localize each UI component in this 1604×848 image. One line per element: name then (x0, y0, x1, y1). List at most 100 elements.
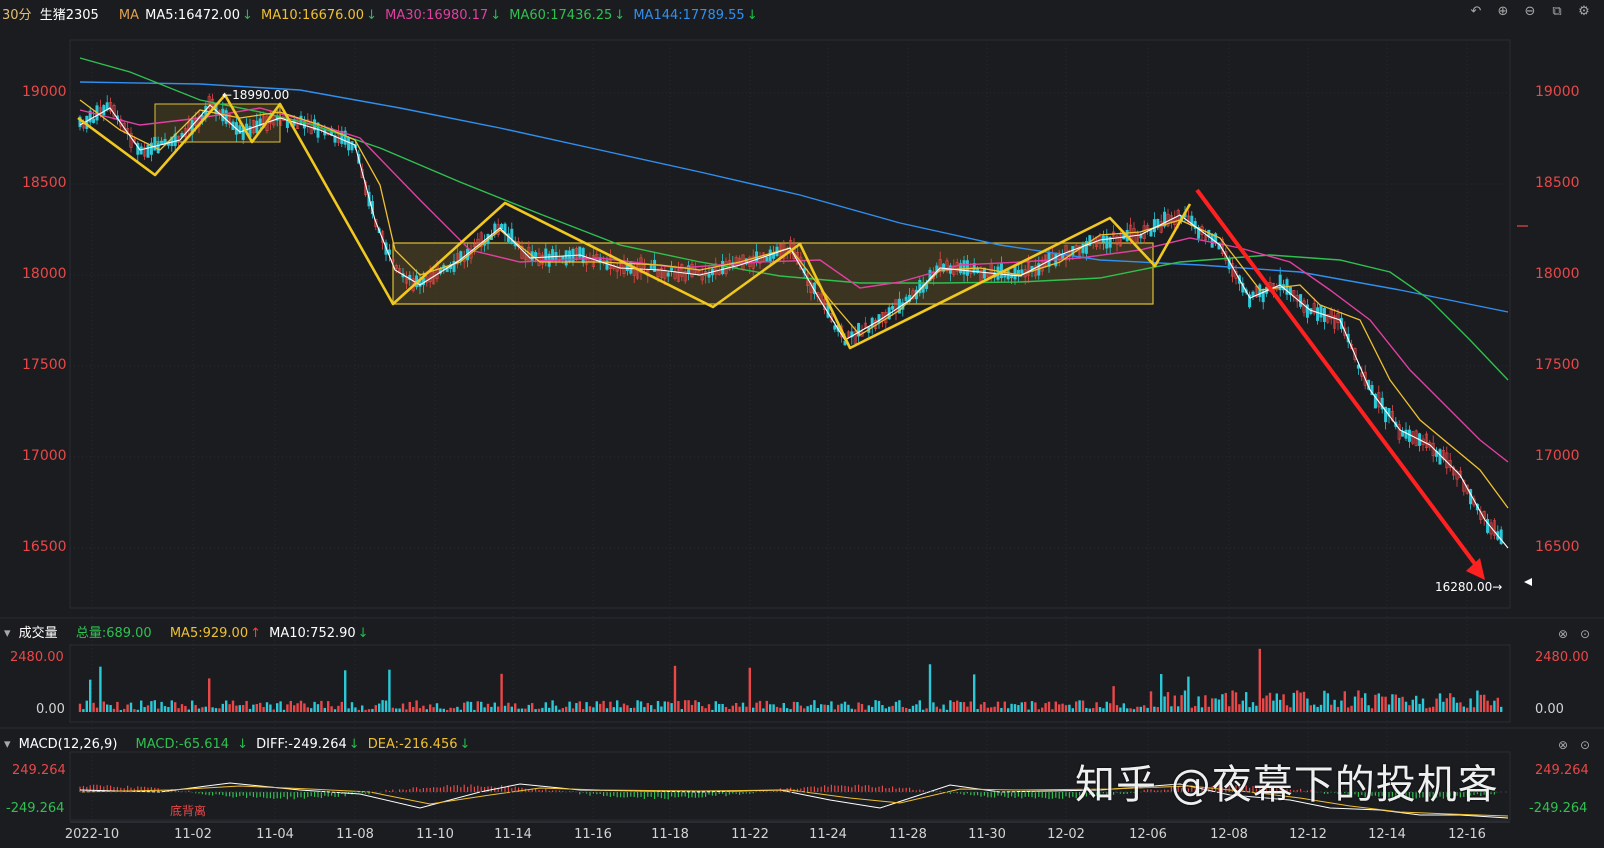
volume-bar (673, 665, 677, 712)
macd-bar (178, 790, 180, 792)
volume-bar (629, 707, 632, 712)
volume-bar (231, 700, 235, 712)
macd-settings-icon[interactable]: ⊙ (1580, 738, 1590, 752)
volume-bar (1272, 700, 1275, 712)
volume-bar (809, 704, 813, 712)
macd-bar (252, 792, 254, 798)
volume-bar (412, 707, 415, 712)
volume-bar (1340, 700, 1343, 712)
volume-bar (847, 704, 850, 712)
macd-bar (864, 785, 866, 792)
macd-bar (752, 792, 754, 794)
macd-bar (1014, 792, 1016, 798)
macd-bar (412, 787, 414, 792)
volume-bar (384, 700, 388, 712)
volume-bar (167, 707, 170, 712)
volume-bar (303, 703, 306, 712)
collapse-macd-icon[interactable]: ▾ (4, 737, 11, 752)
volume-bar (1180, 695, 1183, 712)
macd-bar (558, 790, 560, 792)
volume-close-icon[interactable]: ⊗ (1558, 627, 1568, 641)
volume-bar (803, 708, 806, 712)
volume-bar (248, 708, 252, 712)
macd-bar (293, 792, 295, 800)
volume-bar (626, 705, 629, 712)
volume-bar (1027, 709, 1030, 712)
volume-bar (456, 706, 459, 712)
volume-bar (1034, 702, 1037, 712)
volume-bar (163, 706, 167, 712)
macd-bar (773, 791, 775, 792)
volume-bar (1411, 699, 1414, 712)
volume-bar (354, 707, 357, 712)
volume-bar (214, 708, 218, 712)
volume-bar (1132, 709, 1136, 712)
volume-bar (1306, 698, 1309, 712)
macd-bar (208, 792, 210, 796)
volume-bar (435, 703, 439, 712)
volume-bar (1445, 698, 1448, 712)
volume-bar (1302, 691, 1306, 712)
price-tick-label: 17500 (1535, 357, 1580, 373)
candle-body (1438, 449, 1442, 465)
volume-bar (918, 700, 921, 712)
downtrend-arrow-line (1195, 188, 1480, 570)
volume-bar (136, 709, 139, 712)
volume-bar (969, 701, 972, 712)
macd-bar (881, 785, 883, 792)
collapse-volume-icon[interactable]: ▾ (4, 626, 11, 641)
x-tick-label: 11-28 (889, 827, 927, 842)
volume-bar (684, 700, 687, 712)
volume-bar (371, 708, 374, 712)
volume-bar (201, 707, 204, 712)
volume-bar (837, 704, 840, 712)
volume-bar (1428, 707, 1431, 712)
volume-bar (762, 708, 765, 712)
volume-bar (701, 706, 704, 712)
macd-bar (416, 787, 418, 792)
volume-bar (724, 707, 728, 712)
candle-body (1316, 307, 1320, 321)
volume-bar (1013, 704, 1017, 712)
volume-bar (296, 703, 299, 712)
volume-bar (1350, 705, 1353, 712)
volume-bar (1476, 690, 1479, 712)
volume-bar (1024, 701, 1027, 712)
volume-bar (1061, 703, 1064, 712)
volume-bar (792, 701, 796, 712)
volume-settings-icon[interactable]: ⊙ (1580, 627, 1590, 641)
volume-bar (520, 708, 524, 712)
volume-bar (286, 704, 289, 712)
volume-bar (636, 700, 639, 712)
macd-bar (701, 792, 703, 798)
candlesticks (78, 93, 1503, 545)
volume-bar (945, 709, 949, 712)
macd-bar (307, 792, 309, 798)
volume-bar (78, 703, 82, 712)
macd-bar (861, 786, 863, 792)
volume-tick-high-right: 2480.00 (1535, 650, 1589, 665)
volume-bar (728, 708, 731, 712)
volume-bar (592, 707, 595, 712)
macd-bar (807, 786, 809, 792)
volume-bar (1377, 693, 1380, 712)
volume-bar (616, 700, 619, 712)
volume-bar (888, 706, 891, 712)
price-tick-label: 17500 (22, 357, 67, 373)
macd-bar (286, 792, 288, 800)
volume-bar (255, 704, 258, 712)
volume-bar (119, 709, 122, 712)
macd-bar (82, 785, 84, 792)
volume-bar (401, 703, 405, 712)
volume-bar (1472, 707, 1476, 712)
macd-bar (242, 792, 244, 796)
volume-bar (1098, 707, 1102, 712)
volume-bar (388, 669, 391, 712)
volume-bar (1139, 706, 1142, 712)
current-price-triangle-icon (1524, 578, 1532, 586)
volume-bar (619, 707, 622, 712)
volume-bar (1238, 704, 1241, 712)
macd-close-icon[interactable]: ⊗ (1558, 738, 1568, 752)
x-tick-label: 12-06 (1129, 827, 1167, 842)
volume-bar (497, 706, 500, 712)
